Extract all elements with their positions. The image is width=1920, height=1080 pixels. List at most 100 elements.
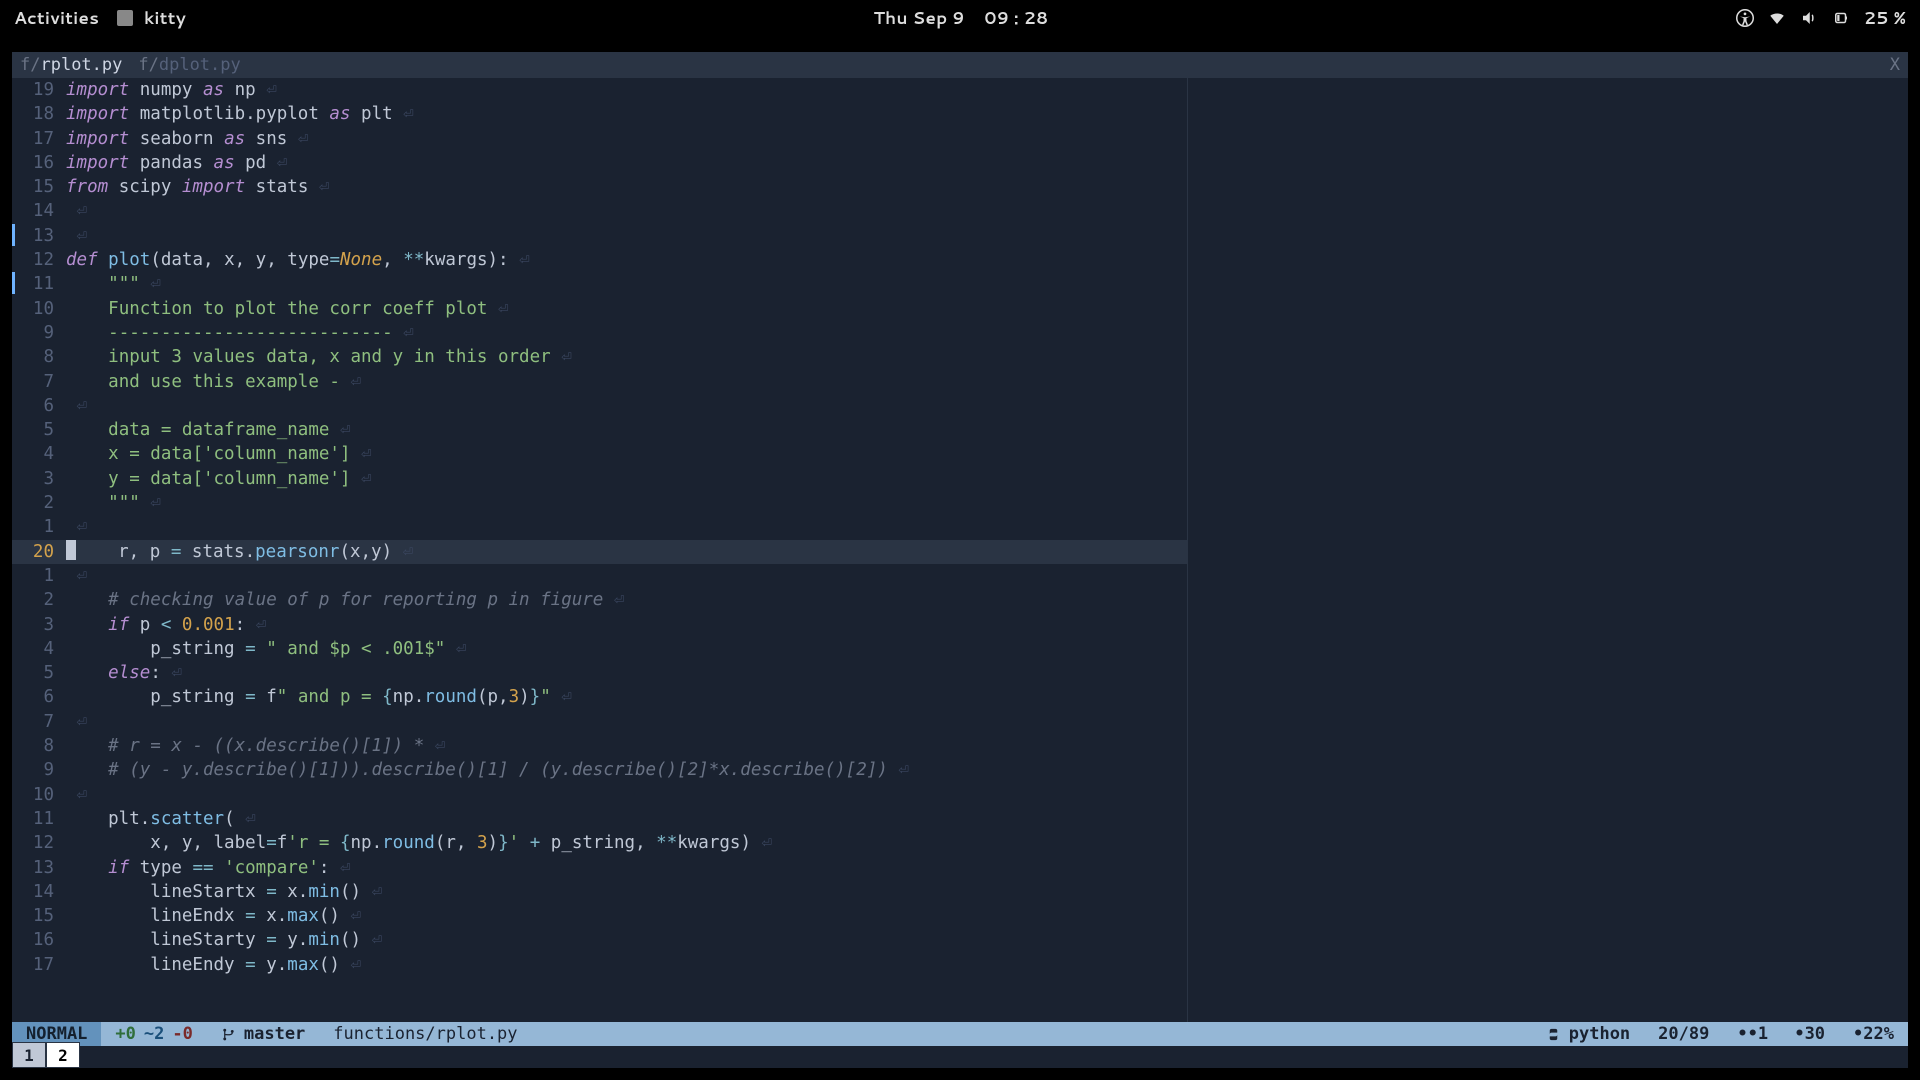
branch-name: master xyxy=(244,1024,305,1044)
code-line[interactable]: 15 lineEndx = x.max() ⏎ xyxy=(12,904,1187,928)
code-line[interactable]: 10 Function to plot the corr coeff plot … xyxy=(12,297,1187,321)
line-number: 19 xyxy=(12,78,66,102)
line-number: 20 xyxy=(12,540,66,564)
code-line[interactable]: 1 ⏎ xyxy=(12,515,1187,539)
code-line[interactable]: 2 # checking value of p for reporting p … xyxy=(12,588,1187,612)
current-app[interactable]: kitty xyxy=(117,6,186,30)
code-line[interactable]: 9 --------------------------- ⏎ xyxy=(12,321,1187,345)
line-number: 11 xyxy=(12,272,66,296)
cursor xyxy=(66,540,76,560)
code-line[interactable]: 12 x, y, label=f'r = {np.round(r, 3)}' +… xyxy=(12,831,1187,855)
code-line[interactable]: 11 plt.scatter( ⏎ xyxy=(12,807,1187,831)
code-line[interactable]: 13 if type == 'compare': ⏎ xyxy=(12,856,1187,880)
code-line[interactable]: 4 x = data['column_name'] ⏎ xyxy=(12,442,1187,466)
code-line[interactable]: 6 p_string = f" and p = {np.round(p,3)}"… xyxy=(12,685,1187,709)
clock[interactable]: Thu Sep 9 09 : 28 xyxy=(186,6,1736,30)
code-line[interactable]: 8 # r = x - ((x.describe()[1]) * ⏎ xyxy=(12,734,1187,758)
statusline: NORMAL +0 ~2 -0 master functions/rplot.p… xyxy=(12,1022,1908,1046)
code-line[interactable]: 10 ⏎ xyxy=(12,783,1187,807)
line-number: 5 xyxy=(12,661,66,685)
line-number: 16 xyxy=(12,928,66,952)
line-number: 9 xyxy=(12,321,66,345)
code-line[interactable]: 13 ⏎ xyxy=(12,224,1187,248)
battery-percent: 25 % xyxy=(1864,6,1906,30)
branch-icon xyxy=(221,1027,236,1042)
kitty-tab-2[interactable]: 2 xyxy=(46,1042,80,1068)
line-number: 6 xyxy=(12,685,66,709)
git-branch: master xyxy=(207,1024,319,1044)
code-line[interactable]: 16 lineStarty = y.min() ⏎ xyxy=(12,928,1187,952)
line-number: 10 xyxy=(12,783,66,807)
line-number: 2 xyxy=(12,491,66,515)
tabline-close[interactable]: X xyxy=(1890,55,1900,75)
line-number: 13 xyxy=(12,224,66,248)
line-number: 16 xyxy=(12,151,66,175)
code-line[interactable]: 2 """ ⏎ xyxy=(12,491,1187,515)
command-line[interactable] xyxy=(12,1046,1908,1068)
code-line[interactable]: 3 y = data['column_name'] ⏎ xyxy=(12,467,1187,491)
tab-rplot[interactable]: f/rplot.py xyxy=(12,52,130,78)
line-number: 18 xyxy=(12,102,66,126)
line-number: 14 xyxy=(12,199,66,223)
code-line[interactable]: 20 r, p = stats.pearsonr(x,y) ⏎ xyxy=(12,540,1187,564)
code-line[interactable]: 15from scipy import stats ⏎ xyxy=(12,175,1187,199)
line-number: 1 xyxy=(12,564,66,588)
code-line[interactable]: 5 else: ⏎ xyxy=(12,661,1187,685)
line-number: 3 xyxy=(12,467,66,491)
code-line[interactable]: 17import seaborn as sns ⏎ xyxy=(12,127,1187,151)
kitty-tab-1[interactable]: 1 xyxy=(12,1042,46,1068)
code-view[interactable]: 19import numpy as np ⏎18import matplotli… xyxy=(12,78,1187,977)
clock-day: Thu Sep 9 xyxy=(873,6,964,30)
code-line[interactable]: 1 ⏎ xyxy=(12,564,1187,588)
code-line[interactable]: 7 ⏎ xyxy=(12,710,1187,734)
kitty-app-icon xyxy=(117,10,133,26)
line-number: 5 xyxy=(12,418,66,442)
code-line[interactable]: 12def plot(data, x, y, type=None, **kwar… xyxy=(12,248,1187,272)
tab-dplot[interactable]: f/dplot.py xyxy=(130,52,248,78)
code-line[interactable]: 17 lineEndy = y.max() ⏎ xyxy=(12,953,1187,977)
line-number: 10 xyxy=(12,297,66,321)
line-number: 14 xyxy=(12,880,66,904)
diagnostics: ••1 •30 xyxy=(1723,1024,1839,1044)
line-number: 3 xyxy=(12,613,66,637)
clock-time: 09 : 28 xyxy=(984,6,1048,30)
battery-icon[interactable] xyxy=(1832,9,1850,27)
editor-pane-right[interactable] xyxy=(1187,78,1908,1022)
line-number: 15 xyxy=(12,175,66,199)
code-line[interactable]: 3 if p < 0.001: ⏎ xyxy=(12,613,1187,637)
line-number: 13 xyxy=(12,856,66,880)
line-number: 15 xyxy=(12,904,66,928)
code-line[interactable]: 7 and use this example - ⏎ xyxy=(12,370,1187,394)
buffer-tabline: f/rplot.py f/dplot.py X xyxy=(12,52,1908,78)
code-line[interactable]: 14 ⏎ xyxy=(12,199,1187,223)
code-line[interactable]: 14 lineStartx = x.min() ⏎ xyxy=(12,880,1187,904)
desktop-topbar: Activities kitty Thu Sep 9 09 : 28 25 % xyxy=(0,0,1920,36)
line-number: 4 xyxy=(12,442,66,466)
editor-pane-left[interactable]: 19import numpy as np ⏎18import matplotli… xyxy=(12,78,1187,1022)
line-number: 8 xyxy=(12,345,66,369)
code-line[interactable]: 4 p_string = " and $p < .001$" ⏎ xyxy=(12,637,1187,661)
terminal-window: f/rplot.py f/dplot.py X 19import numpy a… xyxy=(12,52,1908,1068)
code-line[interactable]: 8 input 3 values data, x and y in this o… xyxy=(12,345,1187,369)
line-number: 6 xyxy=(12,394,66,418)
wifi-icon[interactable] xyxy=(1768,9,1786,27)
git-hunks: +0 ~2 -0 xyxy=(101,1024,206,1044)
code-line[interactable]: 5 data = dataframe_name ⏎ xyxy=(12,418,1187,442)
line-number: 9 xyxy=(12,758,66,782)
file-path: functions/rplot.py xyxy=(319,1024,531,1044)
code-line[interactable]: 11 """ ⏎ xyxy=(12,272,1187,296)
code-line[interactable]: 18import matplotlib.pyplot as plt ⏎ xyxy=(12,102,1187,126)
line-number: 17 xyxy=(12,127,66,151)
scroll-percent: •22% xyxy=(1839,1024,1908,1044)
code-line[interactable]: 19import numpy as np ⏎ xyxy=(12,78,1187,102)
line-number: 7 xyxy=(12,710,66,734)
code-line[interactable]: 9 # (y - y.describe()[1])).describe()[1]… xyxy=(12,758,1187,782)
volume-icon[interactable] xyxy=(1800,9,1818,27)
accessibility-icon[interactable] xyxy=(1736,9,1754,27)
line-number: 11 xyxy=(12,807,66,831)
kitty-tabs: 1 2 xyxy=(12,1040,80,1068)
activities-button[interactable]: Activities xyxy=(14,6,99,30)
code-line[interactable]: 6 ⏎ xyxy=(12,394,1187,418)
code-line[interactable]: 16import pandas as pd ⏎ xyxy=(12,151,1187,175)
line-number: 1 xyxy=(12,515,66,539)
